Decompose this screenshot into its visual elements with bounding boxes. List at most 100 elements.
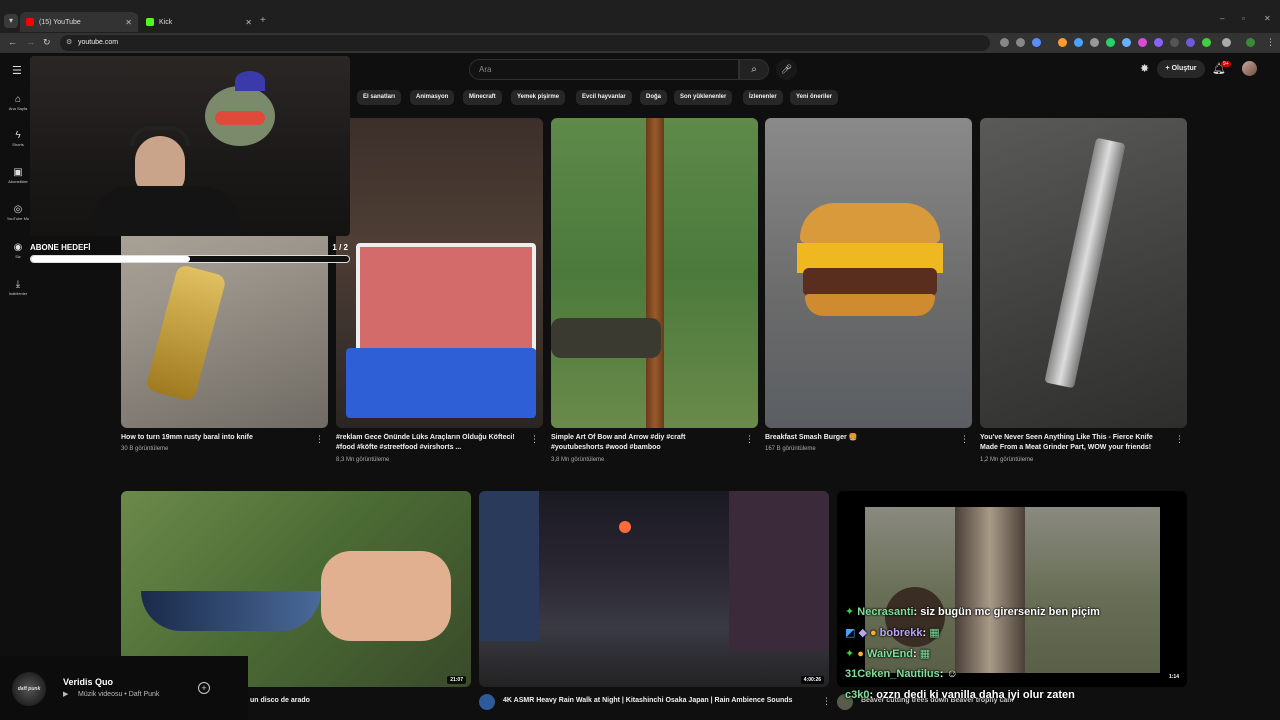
tab-search-menu-icon[interactable]: ▾ xyxy=(4,14,18,28)
extension-icon[interactable] xyxy=(1170,38,1179,47)
video-title[interactable]: How to turn 19mm rusty baral into knife xyxy=(121,433,306,443)
sidebar-item-downloads[interactable]: ⤓ İndirilenler xyxy=(0,279,36,296)
emote-icon: ▦ xyxy=(926,627,940,639)
extension-icon[interactable] xyxy=(1186,38,1195,47)
chip-filter[interactable]: Son yüklenenler xyxy=(674,90,733,105)
forward-icon[interactable]: → xyxy=(26,37,35,47)
duration-badge: 1:14 xyxy=(1165,673,1182,681)
settings-gear-icon[interactable]: ✸ xyxy=(1140,62,1149,75)
extensions-puzzle-icon[interactable] xyxy=(1222,38,1231,47)
video-title[interactable]: Simple Art Of Bow and Arrow #diy #craft … xyxy=(551,433,736,453)
chat-username: c3k0 xyxy=(845,689,870,701)
sidebar-item-label: İndirilenler xyxy=(8,291,28,296)
close-window-icon[interactable]: ✕ xyxy=(1264,14,1271,23)
video-title[interactable]: You've Never Seen Anything Like This - F… xyxy=(980,433,1172,453)
more-options-icon[interactable]: ⋮ xyxy=(822,696,831,707)
search-icon[interactable]: ⌕ xyxy=(739,59,769,80)
short-thumbnail[interactable] xyxy=(765,118,972,428)
badge-icon: ◩ xyxy=(845,627,859,639)
chip-filter[interactable]: Evcil hayvanlar xyxy=(576,90,632,105)
bookmark-star-icon[interactable] xyxy=(1032,38,1041,47)
view-count: 167 B görüntüleme xyxy=(765,446,816,452)
thumbnail-knife-shape xyxy=(145,263,227,403)
tab-title: (15) YouTube xyxy=(39,18,81,26)
search-input[interactable]: Ara xyxy=(469,59,739,80)
new-tab-icon[interactable]: + xyxy=(260,15,266,26)
minimize-icon[interactable]: – xyxy=(1220,14,1224,23)
view-count: 30 B görüntüleme xyxy=(121,446,169,452)
extension-icon[interactable] xyxy=(1090,38,1099,47)
extension-icon[interactable] xyxy=(1074,38,1083,47)
short-thumbnail[interactable] xyxy=(551,118,758,428)
chip-filter[interactable]: Yemek pişirme xyxy=(511,90,566,105)
more-menu-icon[interactable]: ⋮ xyxy=(1266,37,1275,48)
extension-icon[interactable] xyxy=(1154,38,1163,47)
tab-kick[interactable]: Kick ✕ xyxy=(140,12,258,32)
close-icon[interactable]: ✕ xyxy=(125,18,132,27)
create-button[interactable]: + Oluştur xyxy=(1157,60,1205,78)
now-playing-subtitle: Müzik videosu • Daft Punk xyxy=(78,691,160,698)
avatar[interactable] xyxy=(1242,61,1257,76)
thumbnail-tree-trunk-shape xyxy=(955,507,1025,673)
microphone-icon[interactable]: 🎤︎ xyxy=(776,59,797,80)
back-icon[interactable]: ← xyxy=(8,37,17,47)
badge-icon: ● xyxy=(869,627,880,639)
video-title[interactable]: Breakfast Smash Burger 🍔 xyxy=(765,433,950,443)
goggles-icon xyxy=(215,111,265,125)
duration-badge: 21:07 xyxy=(447,676,466,684)
browser-tab-bar: ▾ (15) YouTube ✕ Kick ✕ + – ▫ ✕ xyxy=(0,0,1280,33)
thumbnail-bun-top-shape xyxy=(800,203,940,243)
chip-filter[interactable]: El sanatları xyxy=(357,90,402,105)
chat-message: 31Ceken_Nautilus: ☺ xyxy=(845,668,958,680)
short-thumbnail[interactable] xyxy=(336,118,543,428)
cast-icon[interactable] xyxy=(1000,38,1009,47)
chat-message: ✦ ● WaivEnd: ▦ xyxy=(845,647,930,660)
close-icon[interactable]: ✕ xyxy=(245,18,252,27)
more-options-icon[interactable]: ⋮ xyxy=(745,434,754,445)
video-title[interactable]: 4K ASMR Heavy Rain Walk at Night | Kitas… xyxy=(503,696,818,706)
chip-filter[interactable]: Animasyon xyxy=(410,90,455,105)
thumbnail-blade-shape xyxy=(1044,137,1126,389)
chip-filter[interactable]: Yeni öneriler xyxy=(790,90,839,105)
video-title[interactable]: un disco de arado xyxy=(250,696,465,706)
tab-youtube[interactable]: (15) YouTube ✕ xyxy=(20,12,138,32)
site-info-icon[interactable]: ⚙ xyxy=(66,35,72,51)
channel-avatar[interactable] xyxy=(479,694,495,710)
notification-count-badge: 9+ xyxy=(1221,61,1231,67)
extension-icon[interactable] xyxy=(1138,38,1147,47)
thumbnail-patty-shape xyxy=(803,268,937,296)
chat-text: : siz bugün mc girerseniz ben piçim xyxy=(913,606,1100,618)
chat-message: ◩ ◆ ● bobrekk: ▦ xyxy=(845,626,940,639)
more-options-icon[interactable]: ⋮ xyxy=(960,434,969,445)
tab-title: Kick xyxy=(159,18,173,26)
emote-icon: ▦ xyxy=(916,648,931,660)
profile-icon[interactable] xyxy=(1246,38,1255,47)
badge-icon: ◆ xyxy=(858,627,870,639)
extension-icon[interactable] xyxy=(1058,38,1067,47)
address-bar[interactable]: ⚙ youtube.com xyxy=(60,35,990,51)
kick-favicon-icon xyxy=(146,18,154,26)
reload-icon[interactable]: ↻ xyxy=(43,37,51,48)
video-thumbnail[interactable]: 4:00:26 xyxy=(479,491,829,687)
add-to-queue-icon[interactable]: + xyxy=(198,682,210,694)
chip-filter[interactable]: Minecraft xyxy=(463,90,502,105)
more-options-icon[interactable]: ⋮ xyxy=(315,434,324,445)
verified-badge-icon: ✦ xyxy=(845,648,858,660)
video-title[interactable]: #reklam Gece Önünde Lüks Araçların Olduğ… xyxy=(336,433,521,453)
more-options-icon[interactable]: ⋮ xyxy=(530,434,539,445)
extension-icon[interactable] xyxy=(1202,38,1211,47)
chip-filter[interactable]: Doğa xyxy=(640,90,667,105)
maximize-icon[interactable]: ▫ xyxy=(1242,14,1245,23)
now-playing-bar[interactable]: daft punk Veridis Quo ▶ Müzik videosu • … xyxy=(0,656,248,720)
extension-icon[interactable] xyxy=(1106,38,1115,47)
chip-filter[interactable]: İzlenenler xyxy=(743,90,783,105)
hamburger-menu-icon[interactable]: ☰ xyxy=(12,64,22,77)
now-playing-title: Veridis Quo xyxy=(63,677,114,687)
thumbnail-bun-bottom-shape xyxy=(805,294,935,316)
browser-toolbar: ← → ↻ ⚙ youtube.com ⋮ xyxy=(0,33,1280,53)
more-options-icon[interactable]: ⋮ xyxy=(1175,434,1184,445)
hide-icon[interactable] xyxy=(1016,38,1025,47)
chat-username: 31Ceken_Nautilus xyxy=(845,668,940,680)
short-thumbnail[interactable] xyxy=(980,118,1187,428)
extension-icon[interactable] xyxy=(1122,38,1131,47)
